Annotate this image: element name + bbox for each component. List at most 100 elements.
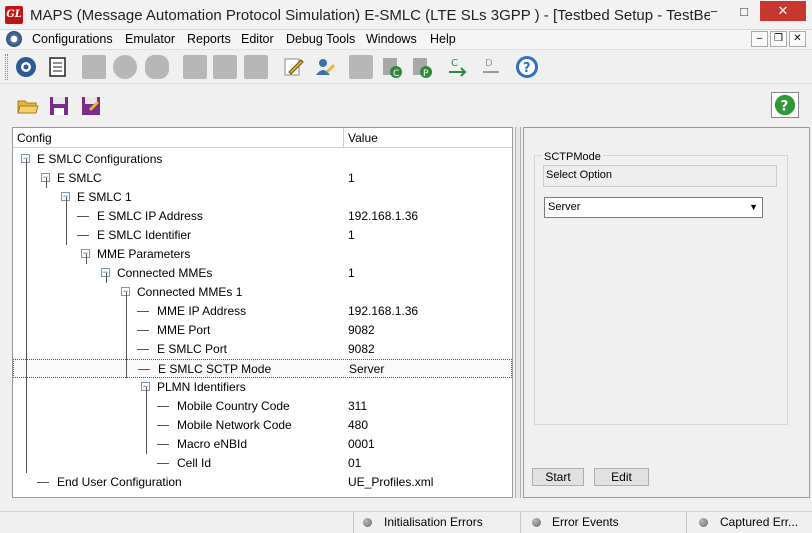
tree-connector xyxy=(157,406,169,407)
menu-emulator[interactable]: Emulator xyxy=(125,32,175,46)
copy-icon xyxy=(213,55,237,79)
tree-row-mobile-country-code[interactable]: Mobile Country Code 311 xyxy=(13,397,512,416)
call-icon xyxy=(113,55,137,79)
tree-row-connected-mmes[interactable]: − Connected MMEs 1 xyxy=(13,264,512,283)
tree-guide-line xyxy=(146,387,147,454)
tree-row-mme-parameters[interactable]: − MME Parameters xyxy=(13,245,512,264)
open-folder-icon[interactable] xyxy=(16,94,40,118)
tree-row-value[interactable]: 480 xyxy=(348,418,368,432)
status-dot-icon xyxy=(699,518,708,527)
property-panel: SCTPMode Select Option Server ▼ Start Ed… xyxy=(523,127,810,498)
mdi-minimize-button[interactable]: – xyxy=(751,31,768,47)
tree-connector xyxy=(137,330,149,331)
tree-row-label: E SMLC SCTP Mode xyxy=(158,362,272,376)
captured-label: Captured Err... xyxy=(720,515,799,529)
start-button[interactable]: Start xyxy=(532,468,584,486)
tree-row-esmlc-port[interactable]: E SMLC Port 9082 xyxy=(13,340,512,359)
menu-configurations[interactable]: Configurations xyxy=(32,32,113,46)
menu-windows[interactable]: Windows xyxy=(366,32,417,46)
tree-row-label: E SMLC Configurations xyxy=(37,152,163,166)
tree-row-label: PLMN Identifiers xyxy=(157,380,246,394)
compile-icon[interactable]: C xyxy=(445,55,469,79)
minimize-button[interactable]: − xyxy=(700,1,728,23)
tree-row-value[interactable]: 0001 xyxy=(348,437,375,451)
svg-text:?: ? xyxy=(523,61,531,76)
tree-row-label: Cell Id xyxy=(177,456,212,470)
tree-connector xyxy=(157,463,169,464)
tree-row-label: MME Parameters xyxy=(97,247,191,261)
edit-button[interactable]: Edit xyxy=(594,468,649,486)
tree-row-esmlc-identifier[interactable]: E SMLC Identifier 1 xyxy=(13,226,512,245)
title-bar: GL MAPS (Message Automation Protocol Sim… xyxy=(0,0,812,30)
panel-splitter[interactable] xyxy=(515,127,521,498)
paste-p-icon[interactable]: P xyxy=(410,55,434,79)
error-events-label: Error Events xyxy=(552,515,619,529)
gear-icon[interactable] xyxy=(6,31,22,47)
tree-row-connected-mmes-1[interactable]: − Connected MMEs 1 xyxy=(13,283,512,302)
value-column-header[interactable]: Value xyxy=(348,131,378,145)
config-tree[interactable]: Config Value − E SMLC Configurations − E SM… xyxy=(12,127,513,498)
help-icon[interactable]: ? xyxy=(515,55,539,79)
tree-row-value[interactable]: 1 xyxy=(348,266,355,280)
settings-gear-icon[interactable] xyxy=(14,55,38,79)
tree-row-value[interactable]: 192.168.1.36 xyxy=(348,304,418,318)
tree-row-cell-id[interactable]: Cell Id 01 xyxy=(13,454,512,473)
tree-row-plmn-identifiers[interactable]: − PLMN Identifiers xyxy=(13,378,512,397)
tree-guide-line xyxy=(26,159,27,473)
tree-row-mobile-network-code[interactable]: Mobile Network Code 480 xyxy=(13,416,512,435)
mdi-close-button[interactable]: ✕ xyxy=(789,31,806,47)
tree-row-value[interactable]: 01 xyxy=(348,456,361,470)
tree-row-value[interactable]: 9082 xyxy=(348,323,375,337)
tree-row-esmlc-ip-address[interactable]: E SMLC IP Address 192.168.1.36 xyxy=(13,207,512,226)
menu-help[interactable]: Help xyxy=(430,32,456,46)
tree-row-value[interactable]: UE_Profiles.xml xyxy=(348,475,433,489)
tree-row-esmlc-1[interactable]: − E SMLC 1 xyxy=(13,188,512,207)
status-error-events[interactable]: Error Events xyxy=(520,512,685,533)
sctp-mode-select[interactable]: Server ▼ xyxy=(544,197,763,218)
tree-row-macro-enbid[interactable]: Macro eNBId 0001 xyxy=(13,435,512,454)
tree-row-esmlc-configurations[interactable]: − E SMLC Configurations xyxy=(13,150,512,169)
save-as-icon[interactable] xyxy=(79,94,103,118)
user-edit-icon[interactable] xyxy=(312,55,336,79)
mdi-restore-button[interactable]: ❐ xyxy=(770,31,787,47)
tree-row-label: Connected MMEs 1 xyxy=(137,285,243,299)
tree-row-value[interactable]: 311 xyxy=(348,399,367,413)
close-button[interactable]: ✕ xyxy=(760,1,806,21)
menu-reports[interactable]: Reports xyxy=(187,32,231,46)
tree-row-value[interactable]: 192.168.1.36 xyxy=(348,209,418,223)
tree-guide-line xyxy=(106,273,107,283)
tree-connector xyxy=(157,444,169,445)
tree-guide-line xyxy=(66,197,67,245)
tree-row-value[interactable]: 1 xyxy=(348,228,355,242)
tree-row-mme-port[interactable]: MME Port 9082 xyxy=(13,321,512,340)
window-title: MAPS (Message Automation Protocol Simula… xyxy=(30,7,710,24)
toolbar-grip[interactable] xyxy=(5,54,8,80)
tree-row-value[interactable]: 9082 xyxy=(348,342,375,356)
edit-pencil-icon[interactable] xyxy=(281,55,305,79)
menu-editor[interactable]: Editor xyxy=(241,32,274,46)
tree-row-value[interactable]: 1 xyxy=(348,171,355,185)
tree-connector xyxy=(137,311,149,312)
menu-debug-tools[interactable]: Debug Tools xyxy=(286,32,355,46)
stop-icon xyxy=(244,55,268,79)
tree-row-label: Mobile Network Code xyxy=(177,418,292,432)
property-group-title: SCTPMode xyxy=(542,151,603,163)
tree-row-label: E SMLC 1 xyxy=(77,190,132,204)
notebook-icon[interactable] xyxy=(45,55,69,79)
tree-connector xyxy=(77,235,89,236)
copy-c-icon[interactable]: C xyxy=(380,55,404,79)
tree-row-esmlc[interactable]: − E SMLC 1 xyxy=(13,169,512,188)
tree-row-label: E SMLC Port xyxy=(157,342,228,356)
tree-row-end-user-configuration[interactable]: End User Configuration UE_Profiles.xml xyxy=(13,473,512,492)
maximize-button[interactable]: □ xyxy=(730,1,758,23)
tree-row-esmlc-sctp-mode[interactable]: E SMLC SCTP Mode Server xyxy=(13,359,512,378)
save-icon[interactable] xyxy=(47,94,71,118)
help-button[interactable]: ? xyxy=(771,92,799,118)
chevron-down-icon[interactable]: ▼ xyxy=(749,202,758,212)
column-separator[interactable] xyxy=(343,128,344,148)
status-init-errors[interactable]: Initialisation Errors xyxy=(353,512,519,533)
status-captured[interactable]: Captured Err... xyxy=(686,512,812,533)
config-column-header[interactable]: Config xyxy=(17,131,52,145)
tree-row-value[interactable]: Server xyxy=(349,362,384,376)
tree-row-mme-ip-address[interactable]: MME IP Address 192.168.1.36 xyxy=(13,302,512,321)
